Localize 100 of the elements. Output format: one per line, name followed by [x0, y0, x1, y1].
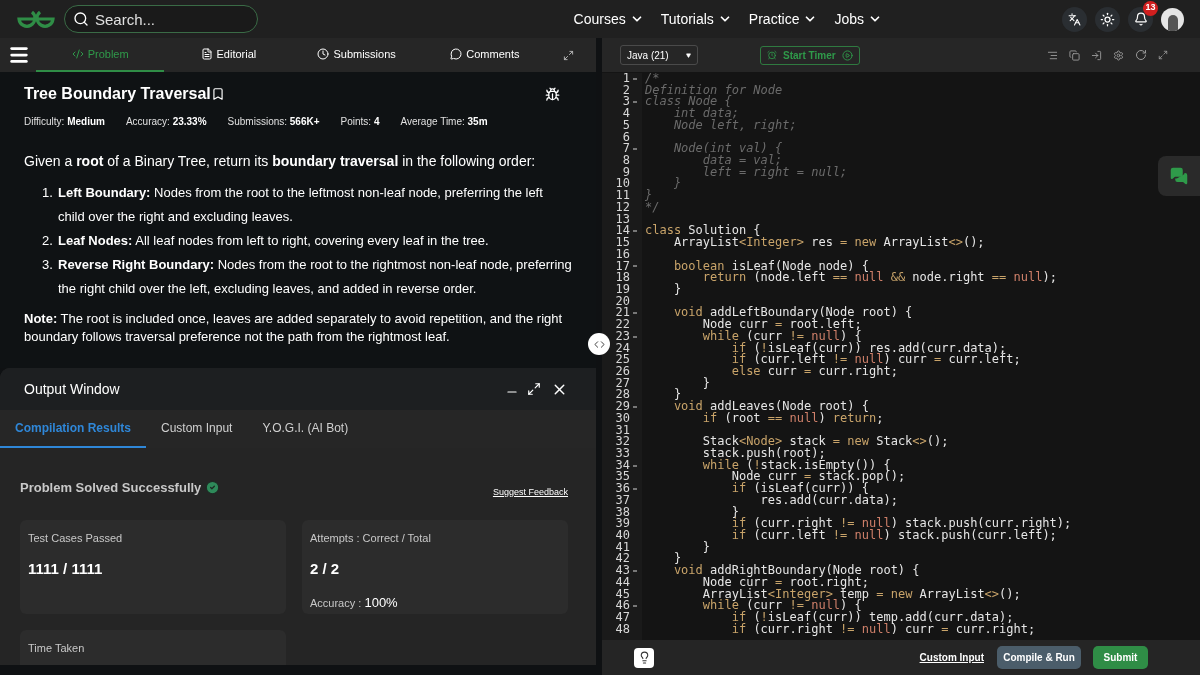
- format-icon[interactable]: [1047, 49, 1058, 61]
- line-number: 43: [614, 565, 630, 577]
- fold-icon[interactable]: [633, 570, 637, 573]
- window-title: Output Window: [24, 379, 120, 399]
- code-icon: [593, 338, 605, 350]
- line-number: 46: [614, 600, 630, 613]
- code-line: int data;: [672, 108, 739, 120]
- step-number: 2.: [42, 232, 54, 250]
- feedback-link[interactable]: Suggest Feedback: [492, 486, 568, 500]
- problem-stat: Accuracy: 23.33%: [125, 115, 207, 129]
- maximize-icon[interactable]: [527, 382, 541, 396]
- fullscreen-icon[interactable]: [1158, 50, 1168, 60]
- chat-button[interactable]: [1158, 156, 1200, 196]
- line-number: 39: [614, 518, 630, 531]
- chat-icon: [1170, 167, 1188, 185]
- submit-button[interactable]: Submit: [1093, 646, 1148, 669]
- line-number: 1: [621, 73, 630, 85]
- code-line: left = right = null;: [701, 166, 848, 179]
- line-number: 45: [614, 588, 630, 601]
- line-number: 23: [614, 330, 630, 343]
- document-icon: [200, 48, 213, 60]
- settings-icon[interactable]: [1113, 49, 1124, 61]
- line-number: 21: [614, 307, 630, 320]
- code-line: ArrayList<Integer> res = new ArrayList<>();: [672, 237, 985, 249]
- code-line: return (node.left == null && node.right == null);: [701, 272, 1057, 284]
- output-tab[interactable]: Y.O.G.I. (AI Bot): [247, 410, 364, 448]
- bug-icon[interactable]: [545, 86, 560, 102]
- fold-icon[interactable]: [633, 101, 637, 104]
- fold-icon[interactable]: [633, 312, 637, 315]
- line-number: 33: [614, 448, 630, 460]
- line-number: 41: [614, 541, 630, 554]
- code-line: Stack<Node> stack = new Stack<>();: [701, 436, 949, 448]
- code-line: while (curr != null) {: [701, 330, 862, 343]
- status-text: Problem Solved Successfully: [20, 479, 202, 497]
- output-tab[interactable]: Compilation Results: [0, 410, 146, 448]
- problem-tab[interactable]: Comments: [420, 38, 549, 72]
- code-line: }: [701, 377, 711, 390]
- import-icon[interactable]: [1091, 49, 1102, 61]
- fold-icon[interactable]: [633, 265, 637, 268]
- speech-bubble-icon: [450, 48, 463, 60]
- code-line: if (curr.left != null) stack.push(curr.left);: [730, 530, 1057, 542]
- nav-menu[interactable]: Jobs: [834, 8, 882, 30]
- line-number: 28: [614, 389, 630, 402]
- line-number: 38: [614, 506, 630, 519]
- line-number: 6: [621, 131, 630, 144]
- fold-icon[interactable]: [633, 230, 637, 233]
- step-text: Left Boundary: Nodes from the root to the leftmost non-leaf node, preferring the left child over the right and excluding leaves.: [58, 184, 544, 226]
- line-number: 42: [614, 553, 630, 566]
- search-field[interactable]: Search...: [64, 5, 258, 33]
- code-line: if (curr.right != null) curr = curr.right;: [730, 623, 1036, 636]
- line-number: 24: [614, 342, 630, 355]
- line-number: 35: [614, 471, 630, 484]
- copy-icon[interactable]: [1069, 49, 1080, 61]
- line-number: 37: [614, 494, 630, 507]
- fold-icon[interactable]: [633, 605, 637, 608]
- play-icon: [841, 49, 853, 61]
- language-select[interactable]: Java (21): [620, 45, 698, 65]
- menu-icon[interactable]: [8, 44, 30, 66]
- problem-tab[interactable]: Submissions: [292, 38, 421, 72]
- problem-stat: Difficulty: Medium: [24, 115, 105, 129]
- logo-icon[interactable]: [16, 8, 56, 30]
- code-line: Node left, right;: [672, 119, 797, 132]
- problem-title: Tree Boundary Traversal: [24, 84, 211, 104]
- code-line: }: [672, 553, 682, 566]
- problem-intro: Given a root of a Binary Tree, return its boundary traversal in the following order:: [24, 152, 537, 171]
- nav-menu[interactable]: Courses: [573, 8, 644, 30]
- code-line: }: [672, 178, 682, 191]
- fold-icon[interactable]: [633, 464, 637, 467]
- fold-icon[interactable]: [633, 148, 637, 151]
- compile-button[interactable]: Compile & Run: [997, 646, 1081, 669]
- custom-input-link[interactable]: Custom Input: [919, 650, 984, 665]
- reset-icon[interactable]: [1135, 49, 1147, 61]
- bookmark-icon[interactable]: [210, 87, 225, 101]
- nav-menu[interactable]: Tutorials: [660, 8, 732, 30]
- check-icon: [205, 480, 221, 496]
- code-line: }: [730, 506, 739, 519]
- fold-icon[interactable]: [633, 77, 637, 80]
- translate-button[interactable]: [1062, 6, 1087, 32]
- line-number: 14: [614, 225, 630, 238]
- caret-icon: [686, 52, 691, 58]
- avatar[interactable]: [1161, 7, 1184, 31]
- step-number: 3.: [42, 256, 54, 274]
- timer-button[interactable]: Start Timer: [760, 45, 860, 65]
- fold-icon[interactable]: [633, 335, 637, 338]
- hint-button[interactable]: [634, 647, 654, 668]
- line-number: 29: [614, 401, 630, 413]
- code-line: if (!isLeaf(curr)) temp.add(curr.data);: [730, 612, 1014, 624]
- line-number: 12: [614, 201, 630, 214]
- code-line: void addRightBoundary(Node root) {: [672, 565, 920, 577]
- line-number: 27: [614, 377, 630, 390]
- theme-button[interactable]: [1095, 6, 1120, 32]
- line-number: 8: [621, 155, 630, 167]
- code-line: void addLeftBoundary(Node root) {: [672, 307, 913, 320]
- expand-icon[interactable]: [563, 49, 574, 61]
- problem-tab[interactable]: Editorial: [164, 38, 293, 72]
- output-tab[interactable]: Custom Input: [146, 410, 248, 448]
- line-number: 17: [614, 260, 630, 273]
- translate-icon: [1068, 12, 1081, 26]
- sun-icon: [1100, 11, 1115, 27]
- nav-menu[interactable]: Practice: [748, 8, 818, 30]
